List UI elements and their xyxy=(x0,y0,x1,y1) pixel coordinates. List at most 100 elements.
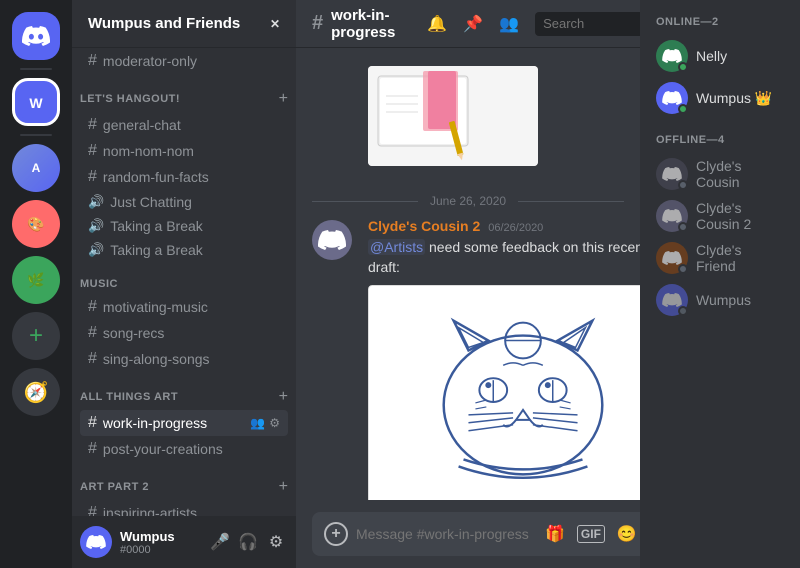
wumpus-offline-name: Wumpus xyxy=(696,292,751,308)
user-settings-button[interactable]: ⚙ xyxy=(264,530,288,554)
channel-item-nom-nom-nom[interactable]: # nom-nom-nom xyxy=(80,138,288,164)
art2-category-add-button[interactable]: + xyxy=(279,478,288,496)
server-dropdown-icon: ✕ xyxy=(270,17,280,31)
channel-item-work-in-progress[interactable]: # work-in-progress 👥 ⚙ xyxy=(80,410,288,436)
category-music[interactable]: MUSIC xyxy=(72,262,296,294)
voice-icon-break: 🔊 xyxy=(88,242,104,258)
gift-icon[interactable]: 🎁 xyxy=(545,524,565,544)
hash-icon: # xyxy=(88,52,97,70)
message-1-author: Clyde's Cousin 2 xyxy=(368,218,480,234)
server-icon-4[interactable]: 🌿 xyxy=(12,256,60,304)
channel-item-draw-and-chat[interactable]: 🔊 Just Chatting xyxy=(80,190,288,214)
gif-button[interactable]: GIF xyxy=(577,525,605,543)
category-lets-hangout[interactable]: LET'S HANGOUT! + xyxy=(72,74,296,112)
message-input-box: + 🎁 GIF 😊 xyxy=(312,512,640,556)
clydes-cousin-status xyxy=(678,180,688,190)
members-icon[interactable]: 👥 xyxy=(250,416,265,430)
message-input-area: + 🎁 GIF 😊 xyxy=(296,500,640,568)
wumpus-online-member-name: Wumpus 👑 xyxy=(696,90,772,107)
emoji-picker-button[interactable]: 😊 xyxy=(617,524,637,544)
channel-item-moderator-only[interactable]: # moderator-only xyxy=(80,48,288,74)
category-art-part-2[interactable]: ART PART 2 + xyxy=(72,462,296,500)
channel-hash-icon: # xyxy=(312,12,323,35)
message-group-1: Clyde's Cousin 2 06/26/2020 @Artists nee… xyxy=(296,216,640,500)
hash-icon-motivating: # xyxy=(88,298,97,316)
hash-icon-nom: # xyxy=(88,142,97,160)
channel-header: # work-in-progress share the current dra… xyxy=(296,0,640,48)
user-panel: Wumpus #0000 🎤 🎧 ⚙ xyxy=(72,516,296,568)
headset-toggle-button[interactable]: 🎧 xyxy=(236,530,260,554)
messages-container[interactable]: June 26, 2020 Clyde's Cousin 2 06/26/202… xyxy=(296,48,640,500)
hash-icon-general: # xyxy=(88,116,97,134)
server-divider-2 xyxy=(20,134,52,136)
channel-item-inspiring-artists[interactable]: # inspiring-artists xyxy=(80,500,288,516)
wumpus-online-status xyxy=(678,104,688,114)
message-add-icon[interactable]: + xyxy=(324,522,348,546)
user-avatar xyxy=(80,526,112,558)
hash-icon-postcreations: # xyxy=(88,440,97,458)
add-server-button[interactable]: + xyxy=(12,312,60,360)
member-item-clydes-cousin[interactable]: Clyde's Cousin xyxy=(648,154,792,194)
header-icons: 🔔 📌 👥 📥 ? xyxy=(427,12,640,36)
cat-sketch-attachment xyxy=(368,285,640,500)
art-category-add-button[interactable]: + xyxy=(279,388,288,406)
clydes-cousin-avatar xyxy=(656,158,688,190)
artists-mention: @Artists xyxy=(368,239,425,255)
member-item-nelly[interactable]: Nelly xyxy=(648,36,792,76)
clydes-cousin-2-avatar xyxy=(656,200,688,232)
server-icon-2[interactable]: A xyxy=(12,144,60,192)
channel-item-taking-a-break[interactable]: 🔊 Taking a Break xyxy=(80,238,288,262)
server-sidebar: W A 🎨 🌿 + 🧭 xyxy=(0,0,72,568)
channel-item-random-fun-facts[interactable]: # random-fun-facts xyxy=(80,164,288,190)
message-1-timestamp: 06/26/2020 xyxy=(488,222,543,234)
pin-icon[interactable]: 📌 xyxy=(463,14,483,34)
clydes-friend-status xyxy=(678,264,688,274)
mic-toggle-button[interactable]: 🎤 xyxy=(208,530,232,554)
hash-icon-songrecs: # xyxy=(88,324,97,342)
wumpus-offline-status xyxy=(678,306,688,316)
bell-icon[interactable]: 🔔 xyxy=(427,14,447,34)
channel-item-post-creations[interactable]: # post-your-creations xyxy=(80,436,288,462)
nelly-status xyxy=(678,62,688,72)
channel-list: # moderator-only LET'S HANGOUT! + # gene… xyxy=(72,48,296,516)
online-section-header: ONLINE—2 xyxy=(648,16,792,28)
clydes-cousin-2-status xyxy=(678,222,688,232)
settings-icon[interactable]: ⚙ xyxy=(269,416,280,430)
members-toggle-icon[interactable]: 👥 xyxy=(499,14,519,34)
channel-item-song-recs[interactable]: # song-recs xyxy=(80,320,288,346)
discovery-button[interactable]: 🧭 xyxy=(12,368,60,416)
wumpus-offline-avatar xyxy=(656,284,688,316)
nelly-member-name: Nelly xyxy=(696,48,727,64)
main-content: # work-in-progress share the current dra… xyxy=(296,0,640,568)
voice-icon-just-chatting: 🔊 xyxy=(88,218,104,234)
message-1-text: @Artists need some feedback on this rece… xyxy=(368,238,640,277)
member-item-wumpus-online[interactable]: Wumpus 👑 xyxy=(648,78,792,118)
discord-home-button[interactable] xyxy=(12,12,60,60)
channel-item-motivating-music[interactable]: # motivating-music xyxy=(80,294,288,320)
channel-item-just-chatting[interactable]: 🔊 Taking a Break xyxy=(80,214,288,238)
clydes-friend-name: Clyde's Friend xyxy=(696,242,784,274)
user-name: Wumpus xyxy=(120,529,200,544)
member-item-clydes-cousin-2[interactable]: Clyde's Cousin 2 xyxy=(648,196,792,236)
member-item-wumpus-offline[interactable]: Wumpus xyxy=(648,280,792,320)
channel-item-sing-along[interactable]: # sing-along-songs xyxy=(80,346,288,372)
message-text-input[interactable] xyxy=(356,526,537,542)
hash-icon-singalong: # xyxy=(88,350,97,368)
server-icon-3[interactable]: 🎨 xyxy=(12,200,60,248)
hash-icon-wip: # xyxy=(88,414,97,432)
channel-header-name: work-in-progress xyxy=(331,7,395,41)
server-header[interactable]: Wumpus and Friends ✕ xyxy=(72,0,296,48)
server-icon-wumpus-friends[interactable]: W xyxy=(12,78,60,126)
channel-item-general-chat[interactable]: # general-chat xyxy=(80,112,288,138)
hash-icon-inspiring: # xyxy=(88,504,97,516)
category-add-button[interactable]: + xyxy=(279,90,288,108)
search-input[interactable] xyxy=(535,12,640,36)
members-sidebar: ONLINE—2 Nelly Wumpus 👑 OFFLINE—4 xyxy=(640,0,800,568)
clydes-cousin-name: Clyde's Cousin xyxy=(696,158,784,190)
wumpus-online-avatar xyxy=(656,82,688,114)
server-divider xyxy=(20,68,52,70)
hash-icon-random: # xyxy=(88,168,97,186)
member-item-clydes-friend[interactable]: Clyde's Friend xyxy=(648,238,792,278)
message-1-content: Clyde's Cousin 2 06/26/2020 @Artists nee… xyxy=(368,218,640,500)
category-all-things-art[interactable]: ALL THINGS ART + xyxy=(72,372,296,410)
